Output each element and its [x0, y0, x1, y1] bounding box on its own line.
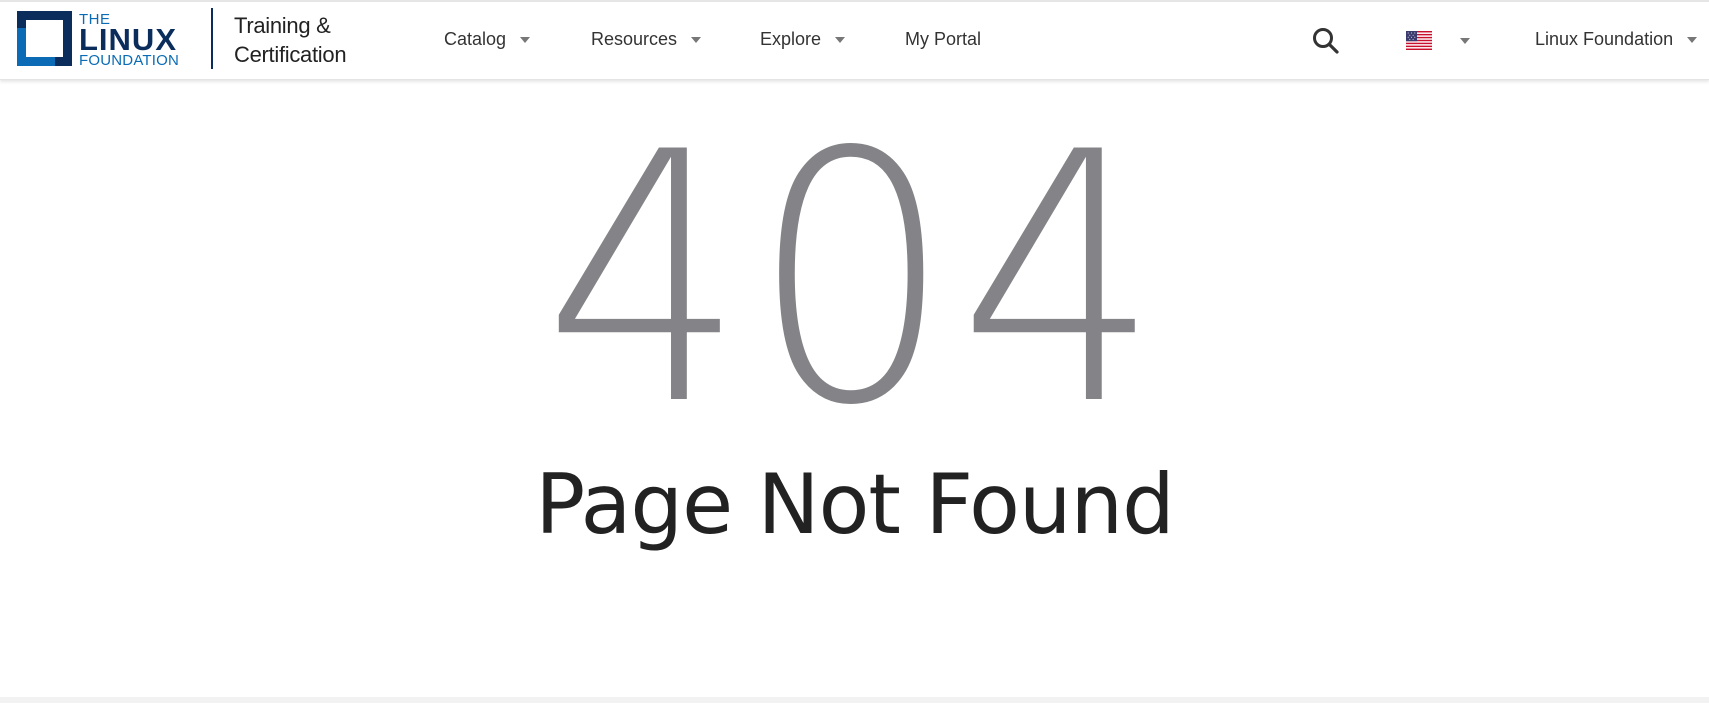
chevron-down-icon — [1687, 37, 1698, 43]
footer-edge — [0, 697, 1709, 703]
site-title-line2: Certification — [234, 42, 347, 67]
nav-explore-label: Explore — [760, 28, 822, 49]
logo-divider — [211, 8, 213, 69]
search-button[interactable] — [1311, 26, 1341, 56]
error-message: Page Not Found — [535, 456, 1175, 553]
logo-text-linux: LINUX — [79, 22, 177, 57]
chevron-down-icon — [691, 37, 702, 43]
logo-text-foundation: FOUNDATION — [79, 52, 180, 69]
nav-resources[interactable]: Resources — [591, 26, 702, 52]
nav-catalog-label: Catalog — [444, 28, 507, 49]
nav-my-portal-label: My Portal — [905, 28, 982, 49]
logo-square-icon — [17, 11, 72, 66]
language-selector[interactable] — [1406, 28, 1470, 52]
us-flag-icon — [1406, 30, 1432, 50]
error-code: 404 — [543, 80, 1166, 481]
chevron-down-icon — [520, 37, 531, 43]
nav-explore[interactable]: Explore — [760, 26, 846, 52]
nav-my-portal[interactable]: My Portal — [905, 26, 981, 52]
nav-catalog[interactable]: Catalog — [444, 26, 531, 52]
account-menu[interactable]: Linux Foundation — [1535, 26, 1698, 52]
account-menu-label: Linux Foundation — [1535, 28, 1674, 49]
chevron-down-icon — [835, 37, 846, 43]
site-header: THE LINUX FOUNDATION Training & Certific… — [0, 2, 1709, 80]
chevron-down-icon — [1460, 38, 1470, 44]
linux-foundation-logo[interactable]: THE LINUX FOUNDATION — [17, 11, 187, 71]
search-icon — [1313, 28, 1339, 54]
site-title-line1: Training & — [234, 13, 331, 38]
nav-resources-label: Resources — [591, 28, 678, 49]
site-title[interactable]: Training & Certification — [234, 11, 384, 69]
